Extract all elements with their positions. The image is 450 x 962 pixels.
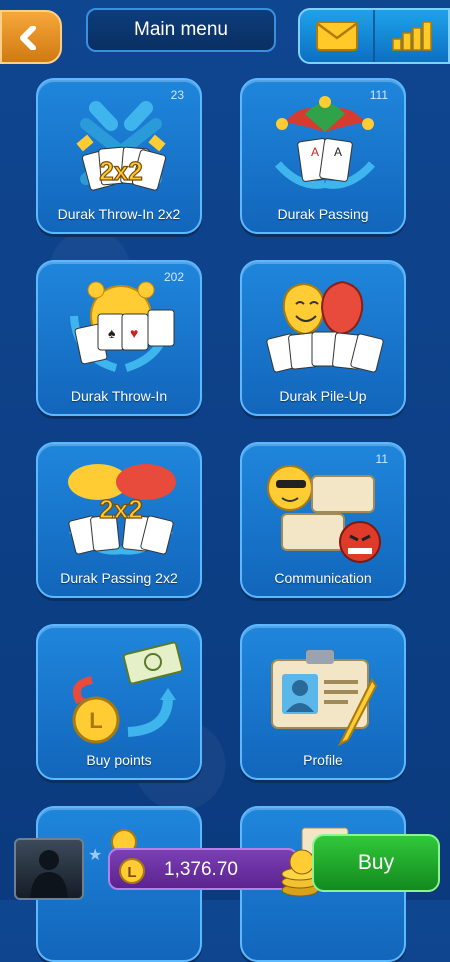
tile-label: Buy points [86,752,152,768]
tile-durak-passing[interactable]: 111 A A Durak Passing [240,78,406,234]
top-icon-group [298,8,450,64]
tile-profile[interactable]: Profile [240,624,406,780]
tile-durak-throw-in[interactable]: 202 ♠ ♥ Durak Throw-In [36,260,202,416]
jester-hat-cards-icon: A A [274,96,376,189]
points-value: 1,376.70 [164,859,238,880]
tile-label: Communication [274,570,372,586]
tile-durak-passing-2x2[interactable]: 2x2 Durak Passing 2x2 [36,442,202,598]
svg-text:A: A [334,145,342,159]
tile-buy-points[interactable]: L Buy points [36,624,202,780]
svg-text:L: L [127,864,136,881]
mail-button[interactable] [300,10,373,62]
star-icon: ★ [88,847,103,864]
svg-text:♠: ♠ [108,325,116,341]
tile-label: Profile [303,752,343,768]
mail-icon [315,21,358,51]
tile-durak-throw-in-2x2[interactable]: 23 2x2 Durak Throw-In 2x2 [36,78,202,234]
tile-communication[interactable]: 11 Communication [240,442,406,598]
tile-label: Durak Passing [277,206,369,222]
chat-bubbles-icon [267,465,381,563]
tile-label: Durak Passing 2x2 [60,570,178,586]
coin-exchange-icon: L [72,641,184,744]
tile-label: Durak Pile-Up [279,388,367,404]
crossed-swords-cards-icon: 2x2 [76,101,167,191]
bottom-bar: ★ L 1,376.70 Buy [0,830,450,900]
back-button[interactable] [0,10,62,64]
stats-button[interactable] [373,10,448,62]
l-coin-icon: L [119,858,145,884]
tile-label: Durak Throw-In 2x2 [57,206,181,222]
svg-text:A: A [311,145,319,159]
svg-text:♥: ♥ [130,325,138,341]
bar-chart-icon [391,21,432,51]
tile-durak-pile-up[interactable]: Durak Pile-Up [240,260,406,416]
alarm-clock-cards-icon: ♠ ♥ [70,281,175,372]
back-arrow-icon [20,26,36,50]
svg-text:2x2: 2x2 [99,494,142,524]
avatar[interactable] [14,838,84,900]
page-title: Main menu [86,8,276,52]
top-bar: Main menu [0,0,450,70]
avatar-icon [30,850,68,898]
points-balance: L 1,376.70 [108,848,298,890]
hats-cards-icon: 2x2 [68,464,176,555]
buy-button[interactable]: Buy [312,834,440,892]
theatre-masks-cards-icon [266,280,384,373]
svg-text:2x2: 2x2 [99,156,142,186]
tile-label: Durak Throw-In [70,388,168,404]
id-card-icon [271,650,378,747]
svg-text:L: L [89,708,102,733]
